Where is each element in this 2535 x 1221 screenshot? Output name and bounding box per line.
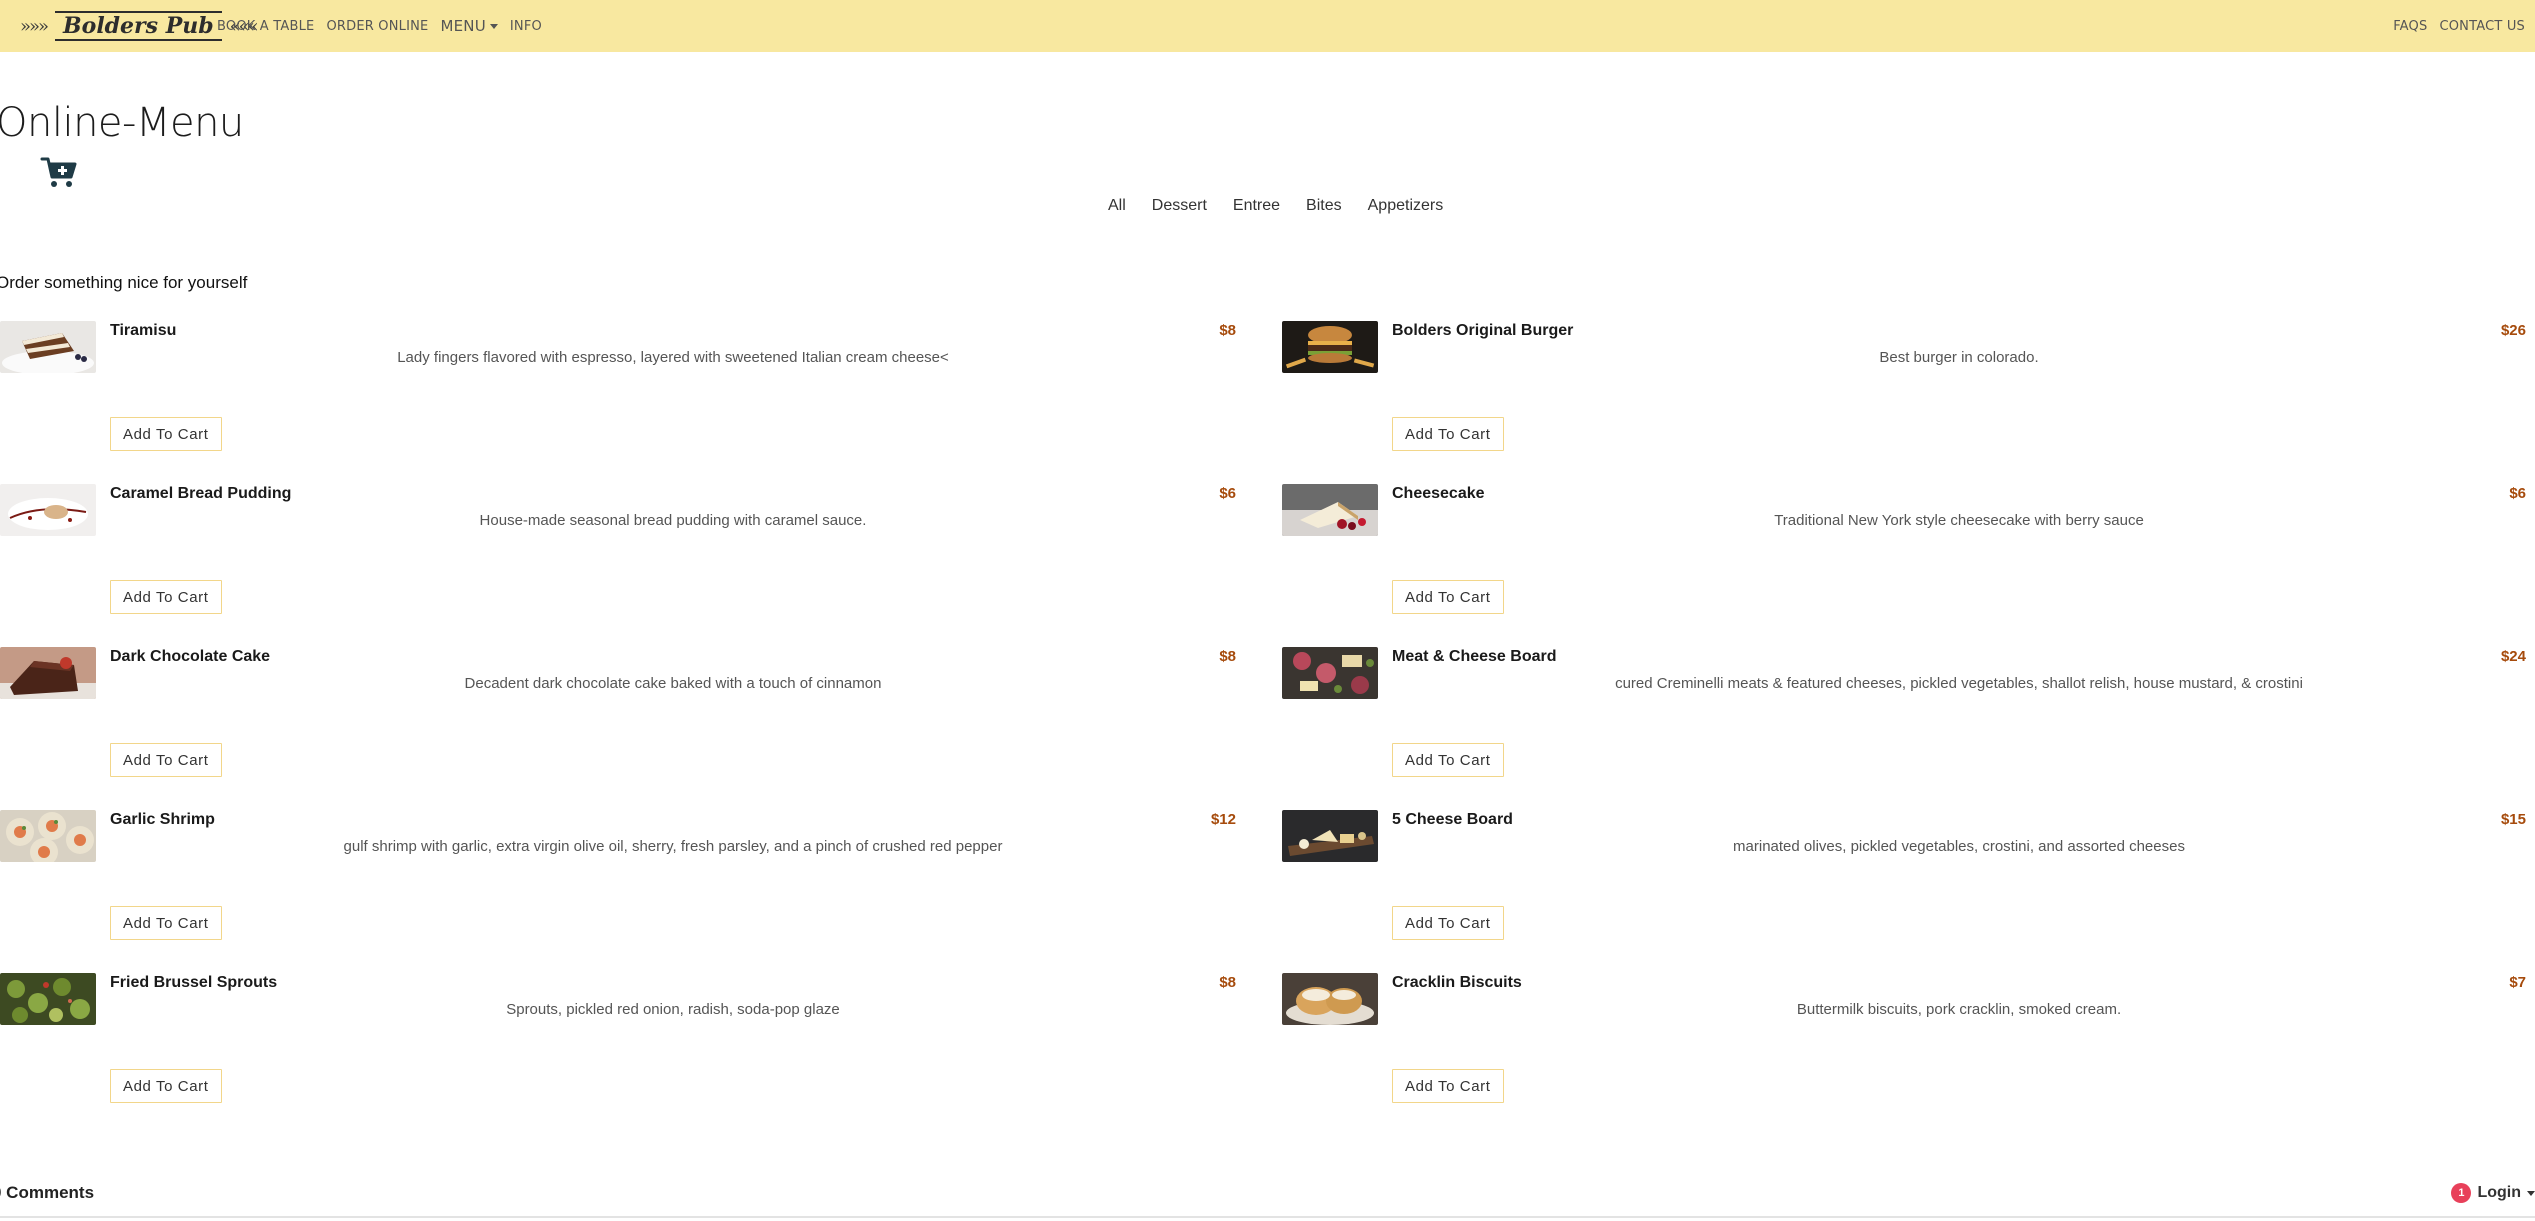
- tiramisu-photo: [0, 321, 96, 373]
- add-to-cart-button[interactable]: Add To Cart: [1392, 743, 1504, 777]
- login-label: Login: [2477, 1184, 2521, 1201]
- menu-item: 5 Cheese Board $15 marinated olives, pic…: [1282, 807, 2530, 970]
- item-price: $6: [1219, 485, 1236, 502]
- add-to-cart-button[interactable]: Add To Cart: [1392, 1069, 1504, 1103]
- add-to-cart-button[interactable]: Add To Cart: [110, 580, 222, 614]
- meat-cheese-board-photo: [1282, 647, 1378, 699]
- cheesecake-photo: [1282, 484, 1378, 536]
- menu-item: Bolders Original Burger $26 Best burger …: [1282, 318, 2530, 481]
- item-description: cured Creminelli meats & featured cheese…: [1615, 675, 2303, 692]
- section-subtitle: Order something nice for yourself: [0, 273, 248, 292]
- filter-all[interactable]: All: [1095, 197, 1139, 215]
- filter-dessert[interactable]: Dessert: [1139, 197, 1220, 215]
- menu-column-right: Bolders Original Burger $26 Best burger …: [1282, 318, 2530, 1133]
- item-price: $8: [1219, 322, 1236, 339]
- menu-item: Fried Brussel Sprouts $8 Sprouts, pickle…: [0, 970, 1240, 1133]
- item-price: $15: [2500, 811, 2526, 828]
- cheese-board-photo: [1282, 810, 1378, 862]
- menu-item: Tiramisu $8 Lady fingers flavored with e…: [0, 318, 1240, 481]
- menu-item: Cheesecake $6 Traditional New York style…: [1282, 481, 2530, 644]
- top-navbar: »»» Bolders Pub ««« BOOK A TABLE ORDER O…: [0, 0, 2535, 52]
- item-description: gulf shrimp with garlic, extra virgin ol…: [343, 838, 1003, 855]
- menu-item: Dark Chocolate Cake $8 Decadent dark cho…: [0, 644, 1240, 807]
- garlic-shrimp-photo: [0, 810, 96, 862]
- nav-book-a-table[interactable]: BOOK A TABLE: [211, 19, 320, 34]
- item-price: $7: [2509, 974, 2526, 991]
- nav-order-online[interactable]: ORDER ONLINE: [320, 19, 434, 34]
- notification-badge: 1: [2451, 1183, 2472, 1203]
- item-name: Tiramisu: [110, 322, 177, 339]
- menu-item: Caramel Bread Pudding $6 House-made seas…: [0, 481, 1240, 644]
- chevron-down-icon: [489, 24, 498, 29]
- filter-appetizers[interactable]: Appetizers: [1355, 197, 1457, 215]
- item-name: 5 Cheese Board: [1392, 811, 1513, 828]
- nav-right-links: FAQS CONTACT US: [2387, 0, 2531, 52]
- brand-left-arrows: »»»: [20, 15, 49, 37]
- item-name: Caramel Bread Pudding: [110, 485, 292, 502]
- nav-left-links: BOOK A TABLE ORDER ONLINE MENU INFO: [211, 0, 548, 52]
- item-description: House-made seasonal bread pudding with c…: [479, 512, 867, 529]
- item-name: Meat & Cheese Board: [1392, 648, 1557, 665]
- add-to-cart-button[interactable]: Add To Cart: [110, 906, 222, 940]
- category-filters: All Dessert Entree Bites Appetizers: [1095, 197, 1456, 215]
- item-price: $24: [2500, 648, 2526, 665]
- item-description: marinated olives, pickled vegetables, cr…: [1733, 838, 2185, 855]
- item-price: $6: [2509, 485, 2526, 502]
- menu-item: Meat & Cheese Board $24 cured Creminelli…: [1282, 644, 2530, 807]
- menu-column-left: Tiramisu $8 Lady fingers flavored with e…: [0, 318, 1240, 1133]
- filter-entree[interactable]: Entree: [1220, 197, 1293, 215]
- brand-name: Bolders Pub: [55, 11, 222, 41]
- item-name: Fried Brussel Sprouts: [110, 974, 278, 991]
- nav-menu-dropdown[interactable]: MENU: [434, 17, 503, 35]
- item-description: Sprouts, pickled red onion, radish, soda…: [506, 1001, 840, 1018]
- chevron-down-icon: [2527, 1190, 2535, 1196]
- nav-info[interactable]: INFO: [504, 19, 548, 34]
- comments-count: 0 Comments: [0, 1183, 95, 1202]
- add-to-cart-button[interactable]: Add To Cart: [110, 417, 222, 451]
- add-to-cart-button[interactable]: Add To Cart: [110, 743, 222, 777]
- add-to-cart-button[interactable]: Add To Cart: [1392, 580, 1504, 614]
- add-to-cart-button[interactable]: Add To Cart: [1392, 417, 1504, 451]
- bread-pudding-photo: [0, 484, 96, 536]
- add-to-cart-button[interactable]: Add To Cart: [1392, 906, 1504, 940]
- brussel-sprouts-photo: [0, 973, 96, 1025]
- cracklin-biscuits-photo: [1282, 973, 1378, 1025]
- item-description: Lady fingers flavored with espresso, lay…: [397, 349, 949, 366]
- item-description: Decadent dark chocolate cake baked with …: [464, 675, 882, 692]
- item-name: Dark Chocolate Cake: [110, 648, 271, 665]
- login-dropdown[interactable]: 1 Login: [2451, 1183, 2535, 1203]
- item-price: $8: [1219, 974, 1236, 991]
- item-price: $8: [1219, 648, 1236, 665]
- item-description: Buttermilk biscuits, pork cracklin, smok…: [1796, 1001, 2122, 1018]
- item-name: Garlic Shrimp: [110, 811, 215, 828]
- nav-faqs[interactable]: FAQS: [2387, 19, 2433, 34]
- item-name: Cracklin Biscuits: [1392, 974, 1522, 991]
- item-price: $12: [1210, 811, 1236, 828]
- add-to-cart-button[interactable]: Add To Cart: [110, 1069, 222, 1103]
- page-title: Online-Menu: [0, 100, 244, 146]
- nav-menu-label: MENU: [440, 17, 486, 35]
- menu-item: Cracklin Biscuits $7 Buttermilk biscuits…: [1282, 970, 2530, 1133]
- item-name: Bolders Original Burger: [1392, 322, 1574, 339]
- menu-item: Garlic Shrimp $12 gulf shrimp with garli…: [0, 807, 1240, 970]
- chocolate-cake-photo: [0, 647, 96, 699]
- footer-divider: [0, 1216, 2535, 1218]
- cart-plus-icon[interactable]: [40, 156, 78, 190]
- item-name: Cheesecake: [1392, 485, 1485, 502]
- nav-contact-us[interactable]: CONTACT US: [2433, 19, 2531, 34]
- item-price: $26: [2500, 322, 2526, 339]
- item-description: Traditional New York style cheesecake wi…: [1774, 512, 2144, 529]
- burger-photo: [1282, 321, 1378, 373]
- filter-bites[interactable]: Bites: [1293, 197, 1355, 215]
- item-description: Best burger in colorado.: [1879, 349, 2039, 366]
